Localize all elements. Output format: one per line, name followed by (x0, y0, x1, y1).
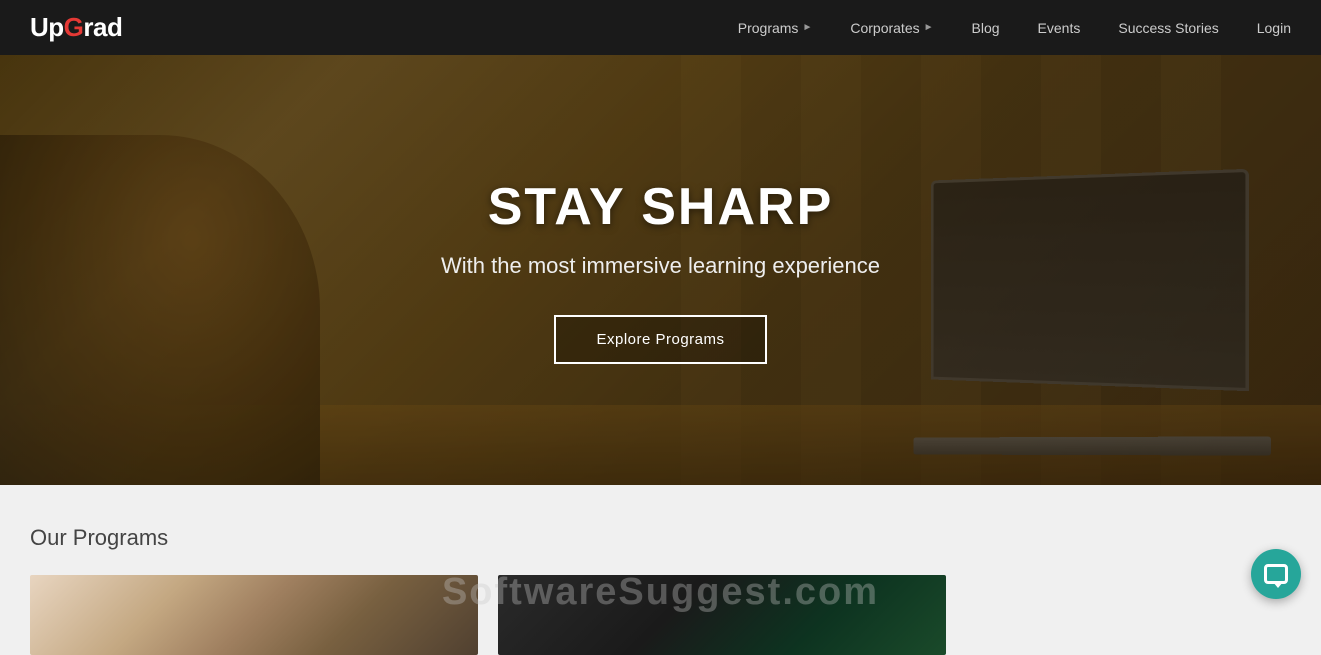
logo-g: G (64, 12, 84, 43)
laptop-screen (931, 169, 1249, 391)
programs-section: Our Programs SoftwareSuggest.com (0, 485, 1321, 655)
nav-item-success-stories[interactable]: Success Stories (1118, 20, 1218, 36)
hero-subtitle: With the most immersive learning experie… (441, 253, 880, 279)
nav-link-programs[interactable]: Programs ► (738, 20, 813, 36)
nav-link-events[interactable]: Events (1038, 20, 1081, 36)
nav-item-login[interactable]: Login (1257, 20, 1291, 36)
nav-link-login[interactable]: Login (1257, 20, 1291, 36)
chat-icon (1264, 564, 1288, 584)
chat-button[interactable] (1251, 549, 1301, 599)
nav-item-corporates[interactable]: Corporates ► (850, 20, 933, 36)
hero-title: STAY SHARP (441, 177, 880, 237)
nav-link-success-stories[interactable]: Success Stories (1118, 20, 1218, 36)
nav-item-events[interactable]: Events (1038, 20, 1081, 36)
programs-cards-container (30, 575, 1291, 655)
logo-up: Up (30, 12, 64, 43)
nav-item-programs[interactable]: Programs ► (738, 20, 813, 36)
laptop-decoration (861, 175, 1241, 455)
nav-links: Programs ► Corporates ► Blog Events Succ… (738, 20, 1291, 36)
explore-programs-button[interactable]: Explore Programs (554, 315, 766, 364)
nav-item-blog[interactable]: Blog (972, 20, 1000, 36)
person-silhouette (0, 135, 320, 485)
programs-section-title: Our Programs (30, 525, 1291, 551)
laptop-base (913, 436, 1271, 455)
program-card-tech[interactable] (498, 575, 946, 655)
hero-content: STAY SHARP With the most immersive learn… (441, 177, 880, 364)
hero-section: STAY SHARP With the most immersive learn… (0, 55, 1321, 485)
navbar: UpGrad Programs ► Corporates ► Blog Even… (0, 0, 1321, 55)
program-card-finance[interactable] (30, 575, 478, 655)
logo[interactable]: UpGrad (30, 12, 122, 43)
corporates-arrow-icon: ► (924, 22, 934, 33)
nav-link-blog[interactable]: Blog (972, 20, 1000, 36)
logo-rad: rad (83, 12, 122, 43)
nav-link-corporates[interactable]: Corporates ► (850, 20, 933, 36)
programs-arrow-icon: ► (802, 22, 812, 33)
